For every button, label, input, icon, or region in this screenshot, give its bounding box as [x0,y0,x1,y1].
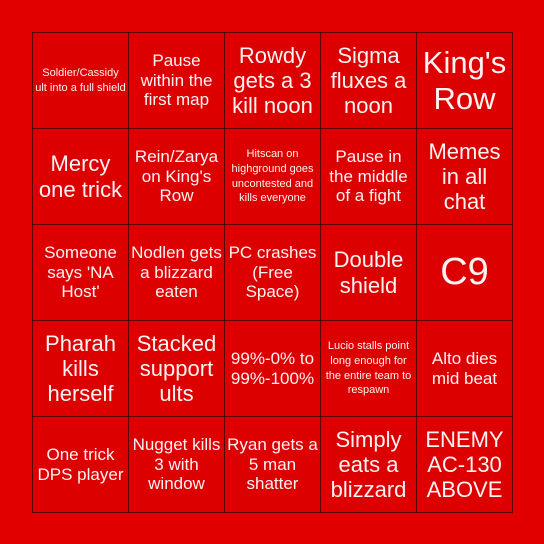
bingo-cell[interactable]: PC crashes (Free Space) [225,225,321,321]
bingo-cell[interactable]: Pause in the middle of a fight [321,129,417,225]
bingo-cell-text: PC crashes (Free Space) [228,243,317,302]
bingo-cell-text: Mercy one trick [38,151,123,202]
bingo-cell-text: Someone says 'NA Host' [44,243,117,302]
bingo-cell-text: Simply eats a blizzard [330,426,407,503]
bingo-cell[interactable]: Lucio stalls point long enough for the e… [321,321,417,417]
bingo-cell-text: Nugget kills 3 with window [132,435,221,494]
bingo-cell[interactable]: Rein/Zarya on King's Row [129,129,225,225]
bingo-cell[interactable]: Memes in all chat [417,129,513,225]
bingo-cell-text: 99%-0% to 99%-100% [230,348,315,388]
bingo-cell-text: Rein/Zarya on King's Row [134,147,219,206]
bingo-cell-text: Pharah kills herself [45,330,116,407]
bingo-cell[interactable]: ENEMY AC-130 ABOVE [417,417,513,513]
bingo-cell-text: Memes in all chat [428,138,501,215]
bingo-cell-text: Alto dies mid beat [431,348,498,388]
bingo-cell[interactable]: Hitscan on highground goes uncontested a… [225,129,321,225]
bingo-cell-text: ENEMY AC-130 ABOVE [425,426,504,503]
bingo-cell-text: Hitscan on highground goes uncontested a… [231,147,314,205]
bingo-card: Soldier/Cassidy ult into a full shield Pa… [32,32,513,513]
bingo-cell[interactable]: Nodlen gets a blizzard eaten [129,225,225,321]
bingo-cell[interactable]: Sigma fluxes a noon [321,33,417,129]
bingo-cell-text: King's Row [422,44,507,116]
bingo-cell[interactable]: Simply eats a blizzard [321,417,417,513]
bingo-cell[interactable]: Alto dies mid beat [417,321,513,417]
bingo-cell-text: Ryan gets a 5 man shatter [227,435,318,494]
bingo-cell[interactable]: Nugget kills 3 with window [129,417,225,513]
bingo-cell[interactable]: Pharah kills herself [33,321,129,417]
bingo-cell[interactable]: Someone says 'NA Host' [33,225,129,321]
bingo-cell[interactable]: Mercy one trick [33,129,129,225]
bingo-cell[interactable]: King's Row [417,33,513,129]
bingo-cell-text: Pause in the middle of a fight [329,147,408,206]
bingo-cell-text: Soldier/Cassidy ult into a full shield [35,66,126,94]
bingo-cell-text: Sigma fluxes a noon [330,42,407,119]
bingo-cell[interactable]: 99%-0% to 99%-100% [225,321,321,417]
bingo-cell[interactable]: Stacked support ults [129,321,225,417]
bingo-cell[interactable]: Soldier/Cassidy ult into a full shield [33,33,129,129]
bingo-cell[interactable]: C9 [417,225,513,321]
bingo-cell[interactable]: Ryan gets a 5 man shatter [225,417,321,513]
bingo-cell[interactable]: One trick DPS player [33,417,129,513]
bingo-cell-text: C9 [440,250,489,293]
bingo-cell-text: One trick DPS player [37,444,124,484]
bingo-cell[interactable]: Pause within the first map [129,33,225,129]
bingo-cell[interactable]: Double shield [321,225,417,321]
bingo-cell-text: Nodlen gets a blizzard eaten [131,243,222,302]
bingo-cell[interactable]: Rowdy gets a 3 kill noon [225,33,321,129]
bingo-cell-text: Stacked support ults [136,330,217,407]
bingo-cell-text: Rowdy gets a 3 kill noon [232,42,313,119]
bingo-cell-text: Lucio stalls point long enough for the e… [325,339,412,397]
bingo-cell-text: Pause within the first map [140,51,213,110]
bingo-cell-text: Double shield [333,247,404,298]
